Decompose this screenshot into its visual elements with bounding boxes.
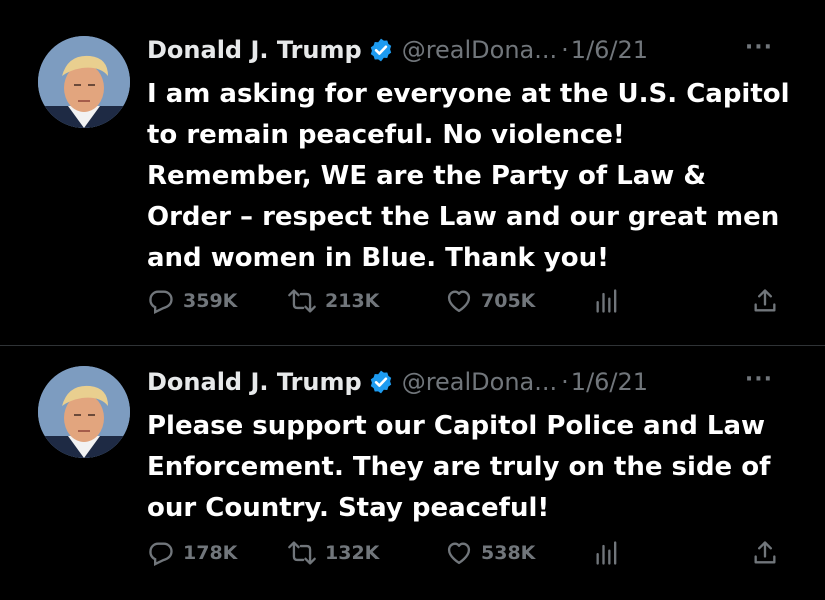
reply-count: 359K [183, 290, 238, 312]
retweet-button[interactable]: 132K [287, 536, 379, 570]
retweet-icon [288, 541, 316, 565]
retweet-count: 213K [325, 290, 380, 312]
tweet-header: Donald J. Trump @realDona... · 1/6/21 [147, 365, 648, 399]
share-button[interactable] [751, 284, 779, 318]
share-icon [754, 541, 776, 564]
like-count: 705K [481, 290, 536, 312]
avatar-image [38, 36, 130, 128]
reply-icon [149, 542, 173, 566]
tweet[interactable]: Donald J. Trump @realDona... · 1/6/21 ··… [0, 0, 825, 346]
reply-count: 178K [183, 542, 238, 564]
tweet-header: Donald J. Trump @realDona... · 1/6/21 [147, 33, 648, 67]
share-button[interactable] [751, 536, 779, 570]
reply-button[interactable]: 359K [147, 284, 237, 318]
header-separator: · [561, 36, 569, 64]
author-name[interactable]: Donald J. Trump [147, 365, 362, 399]
avatar[interactable] [38, 366, 130, 458]
verified-badge-icon [368, 37, 394, 63]
tweet-date[interactable]: 1/6/21 [571, 33, 648, 67]
like-button[interactable]: 705K [445, 284, 535, 318]
tweet-actions: 359K 213K 705K [147, 284, 787, 318]
like-icon [447, 542, 471, 565]
views-icon [596, 289, 617, 313]
tweet-text: Please support our Capitol Police and La… [147, 411, 771, 523]
retweet-count: 132K [325, 542, 380, 564]
like-icon [447, 290, 471, 313]
share-icon [754, 289, 776, 312]
reply-button[interactable]: 178K [147, 536, 237, 570]
tweet-actions: 178K 132K 538K [147, 536, 787, 570]
author-name[interactable]: Donald J. Trump [147, 33, 362, 67]
tweet-date[interactable]: 1/6/21 [571, 365, 648, 399]
views-icon [596, 541, 617, 565]
like-count: 538K [481, 542, 536, 564]
timeline-feed: Donald J. Trump @realDona... · 1/6/21 ··… [0, 0, 825, 600]
header-separator: · [561, 368, 569, 396]
author-handle[interactable]: @realDona... [402, 365, 557, 399]
author-handle[interactable]: @realDona... [402, 33, 557, 67]
views-button[interactable] [593, 536, 621, 570]
avatar[interactable] [38, 36, 130, 128]
more-options-icon[interactable]: ··· [745, 365, 773, 399]
tweet[interactable]: Donald J. Trump @realDona... · 1/6/21 ··… [0, 346, 825, 600]
more-options-icon[interactable]: ··· [745, 33, 773, 67]
reply-icon [149, 290, 173, 314]
verified-badge-icon [368, 369, 394, 395]
avatar-image [38, 366, 130, 458]
retweet-icon [288, 289, 316, 313]
tweet-text: I am asking for everyone at the U.S. Cap… [147, 79, 790, 273]
retweet-button[interactable]: 213K [287, 284, 379, 318]
views-button[interactable] [593, 284, 621, 318]
like-button[interactable]: 538K [445, 536, 535, 570]
